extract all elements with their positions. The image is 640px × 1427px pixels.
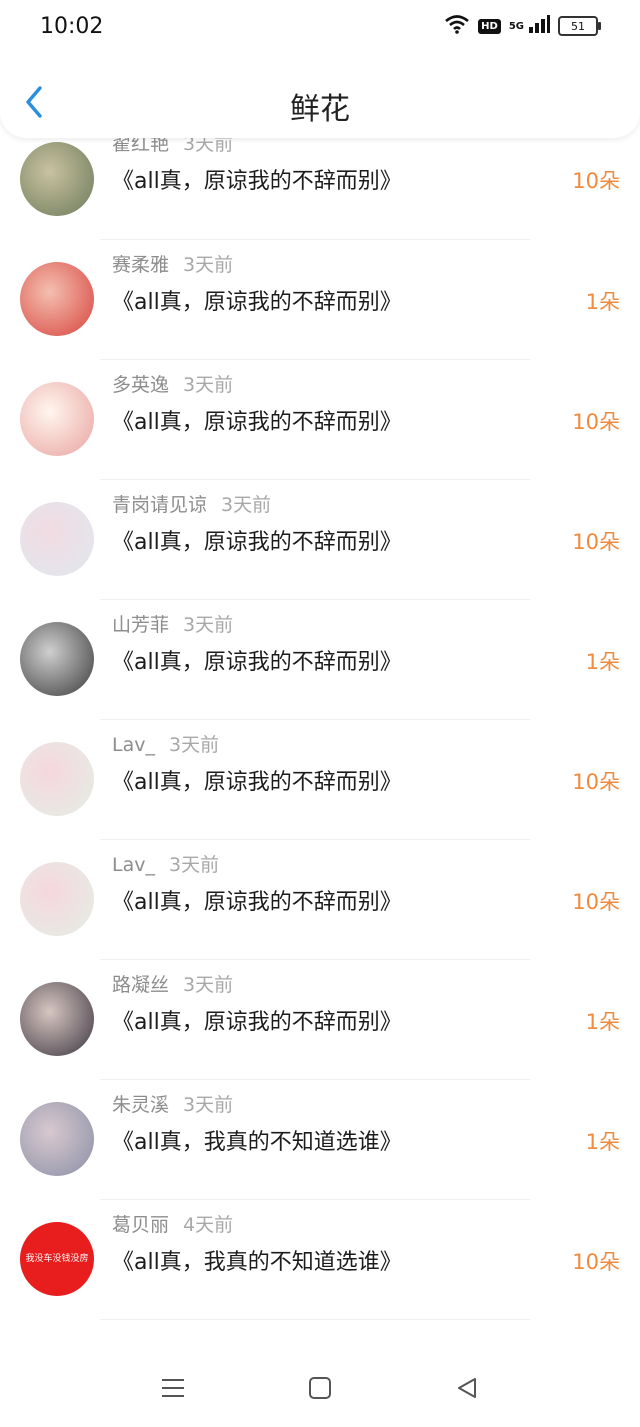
- home-button[interactable]: [300, 1370, 340, 1410]
- status-time: 10:02: [40, 14, 104, 39]
- book-title[interactable]: 《all真，原谅我的不辞而别》: [112, 284, 402, 316]
- list-item[interactable]: 山芳菲 3天前《all真，原谅我的不辞而别》 1朵: [0, 600, 640, 720]
- list-item[interactable]: 赛柔雅 3天前《all真，原谅我的不辞而别》 1朵: [0, 240, 640, 360]
- flower-count: 10朵: [572, 890, 620, 914]
- book-title[interactable]: 《all真，原谅我的不辞而别》: [112, 1004, 402, 1036]
- name-line: 路凝丝 3天前: [112, 970, 233, 997]
- avatar[interactable]: [20, 262, 94, 336]
- flower-list: 翟红艳 3天前 《all真，原谅我的不辞而别》 10朵 赛柔雅 3天前 《all真，原谅我的…: [0, 133, 640, 1320]
- user-name[interactable]: 朱灵溪: [112, 1094, 169, 1116]
- timestamp: 3天前: [183, 1094, 234, 1116]
- flower-count: 1朵: [585, 290, 620, 314]
- book-title[interactable]: 《all真，我真的不知道选谁》: [112, 1124, 402, 1156]
- name-line: 葛贝丽 4天前: [112, 1210, 233, 1237]
- user-name[interactable]: 多英逸: [112, 374, 169, 396]
- flower-count: 10朵: [572, 410, 620, 434]
- header-bar: 10:02 HD 5G 51 鲜花: [0, 0, 640, 138]
- list-item[interactable]: Lav_ 3天前《all真，原谅我的不辞而别》 10朵: [0, 840, 640, 960]
- flower-count: 10朵: [572, 530, 620, 554]
- timestamp: 3天前: [168, 734, 220, 756]
- book-title[interactable]: 《all真，原谅我的不辞而别》: [112, 524, 402, 556]
- book-title[interactable]: 《all真，我真的不知道选谁》: [112, 1244, 402, 1276]
- list-item[interactable]: 路凝丝 3天前《all真，原谅我的不辞而别》 1朵: [0, 960, 640, 1080]
- avatar[interactable]: [20, 142, 94, 216]
- avatar[interactable]: 我没车没钱没房: [20, 1222, 94, 1296]
- avatar[interactable]: [20, 982, 94, 1056]
- timestamp: 3天前: [183, 974, 234, 996]
- flower-count: 10朵: [572, 770, 620, 794]
- avatar[interactable]: [20, 622, 94, 696]
- timestamp: 3天前: [221, 494, 272, 516]
- name-line: 山芳菲 3天前: [112, 610, 233, 637]
- list-item[interactable]: 翟红艳 3天前 《all真，原谅我的不辞而别》 10朵: [0, 133, 640, 240]
- name-line: 赛柔雅 3天前: [112, 250, 233, 277]
- timestamp: 3天前: [168, 854, 220, 876]
- list-item[interactable]: 我没车没钱没房 葛贝丽 4天前《all真，我真的不知道选谁》 10朵: [0, 1200, 640, 1320]
- menu-button[interactable]: [153, 1370, 193, 1410]
- system-nav-bar: [0, 1352, 640, 1427]
- user-name[interactable]: 赛柔雅: [112, 254, 169, 276]
- avatar[interactable]: [20, 1102, 94, 1176]
- name-line: 朱灵溪 3天前: [112, 1090, 233, 1117]
- avatar[interactable]: [20, 382, 94, 456]
- flower-count: 1朵: [585, 1010, 620, 1034]
- battery-icon: 51: [558, 16, 601, 36]
- book-title[interactable]: 《all真，原谅我的不辞而别》: [112, 644, 402, 676]
- book-title[interactable]: 《all真，原谅我的不辞而别》: [112, 404, 402, 436]
- name-line: 多英逸 3天前: [112, 370, 233, 397]
- signal-icon: [528, 15, 550, 37]
- home-square-icon: [308, 1376, 332, 1404]
- avatar-text: 我没车没钱没房: [25, 1253, 89, 1264]
- book-title[interactable]: 《all真，原谅我的不辞而别》: [112, 884, 402, 916]
- battery-level: 51: [571, 19, 585, 33]
- timestamp: 3天前: [183, 254, 234, 276]
- book-title[interactable]: 《all真，原谅我的不辞而别》: [112, 163, 402, 195]
- book-title[interactable]: 《all真，原谅我的不辞而别》: [112, 764, 402, 796]
- flower-count: 10朵: [572, 169, 620, 193]
- user-name[interactable]: 路凝丝: [112, 974, 169, 996]
- avatar[interactable]: [20, 742, 94, 816]
- user-name[interactable]: 青岗请见谅: [112, 494, 207, 516]
- list-item[interactable]: 青岗请见谅 3天前《all真，原谅我的不辞而别》 10朵: [0, 480, 640, 600]
- user-name[interactable]: 山芳菲: [112, 614, 169, 636]
- hd-icon: HD: [478, 18, 501, 34]
- flower-count: 10朵: [572, 1250, 620, 1274]
- menu-icon: [160, 1377, 186, 1403]
- page-title: 鲜花: [290, 92, 350, 127]
- network-type: 5G: [508, 20, 524, 32]
- name-line: 青岗请见谅 3天前: [112, 490, 271, 517]
- avatar[interactable]: [20, 862, 94, 936]
- avatar[interactable]: [20, 502, 94, 576]
- nav-back-button[interactable]: [447, 1370, 487, 1410]
- wifi-icon: [444, 14, 470, 38]
- list-item[interactable]: 朱灵溪 3天前《all真，我真的不知道选谁》 1朵: [0, 1080, 640, 1200]
- divider: [100, 1319, 530, 1320]
- user-name[interactable]: Lav_: [112, 854, 155, 876]
- status-icons: HD 5G 51: [444, 14, 601, 38]
- back-triangle-icon: [455, 1376, 479, 1404]
- timestamp: 4天前: [183, 1214, 234, 1236]
- user-name[interactable]: Lav_: [112, 734, 155, 756]
- list-item[interactable]: Lav_ 3天前《all真，原谅我的不辞而别》 10朵: [0, 720, 640, 840]
- flower-count: 1朵: [585, 650, 620, 674]
- name-line: Lav_ 3天前: [112, 730, 219, 757]
- flower-count: 1朵: [585, 1130, 620, 1154]
- timestamp: 3天前: [183, 374, 234, 396]
- name-line: Lav_ 3天前: [112, 850, 219, 877]
- timestamp: 3天前: [183, 614, 234, 636]
- user-name[interactable]: 葛贝丽: [112, 1214, 169, 1236]
- list-item[interactable]: 多英逸 3天前《all真，原谅我的不辞而别》 10朵: [0, 360, 640, 480]
